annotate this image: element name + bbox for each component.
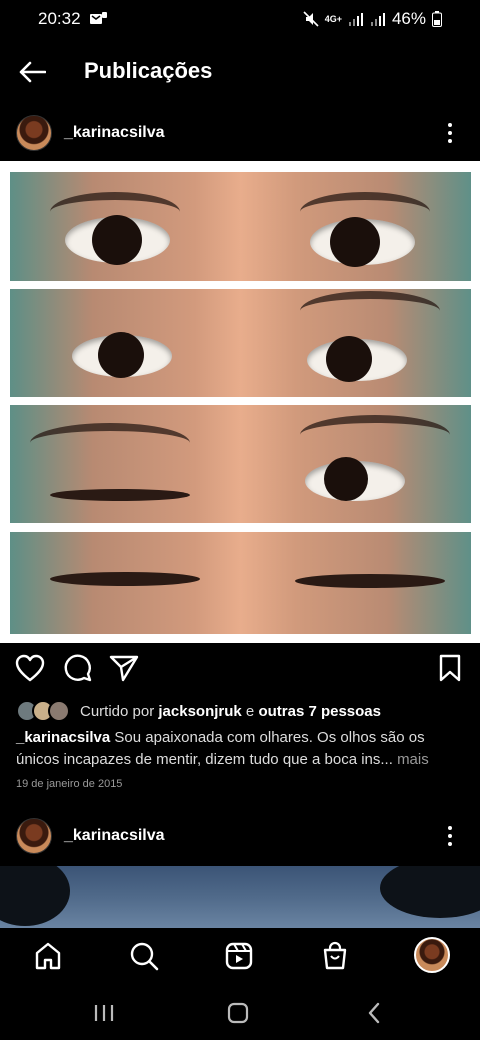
eyebrow-shape [30,423,190,463]
signal-icon-2 [370,12,386,26]
liked-by-user[interactable]: jacksonjruk [158,703,241,720]
bookmark-icon [439,654,461,682]
post-username[interactable]: _karinacsilva [64,827,165,845]
caption-more-link[interactable]: mais [397,751,429,768]
post-actions [0,652,480,688]
system-nav-bar [0,986,480,1040]
liked-by-prefix: Curtido por [80,702,155,720]
network-type-label: 4G+ [324,13,342,24]
iris-shape [326,336,372,382]
send-icon [109,655,139,682]
post-image-2[interactable] [0,866,480,928]
post-header: _karinacsilva [0,107,480,159]
caption-username[interactable]: _karinacsilva [16,729,110,746]
nav-reels[interactable] [221,938,257,974]
status-time: 20:32 [38,9,81,28]
app-header: Publicações [0,44,480,98]
likes-text: Curtido por jacksonjruk e outras 7 pesso… [80,703,381,720]
recent-apps-icon [94,1005,114,1021]
iris-shape [330,217,380,267]
more-dot-icon [448,834,452,838]
more-dot-icon [448,131,452,135]
nav-profile-avatar[interactable] [414,937,450,973]
closed-eye-shape [50,572,200,586]
network-type-icon: 4G+ [324,13,342,24]
liked-by-and: e [245,702,255,720]
more-dot-icon [448,842,452,846]
image-strip-2 [10,289,471,397]
back-button[interactable] [16,56,48,88]
post-username[interactable]: _karinacsilva [64,124,165,142]
battery-percent: 46% [391,9,426,28]
reels-icon [225,942,253,970]
more-options-button[interactable] [440,118,460,148]
post-date: 19 de janeiro de 2015 [16,778,123,790]
likes-row[interactable]: Curtido por jacksonjruk e outras 7 pesso… [16,699,381,723]
image-strip-4 [10,532,471,634]
post-caption: _karinacsilva Sou apaixonada com olhares… [16,727,464,771]
instagram-post-screen: 20:32 4G+ 46% Publicações _karinacsilva … [0,0,480,1040]
liked-by-others[interactable]: outras 7 pessoas [258,703,381,720]
comment-icon [64,654,92,682]
nav-search[interactable] [126,938,162,974]
status-bar: 20:32 4G+ 46% [0,0,480,38]
save-button[interactable] [434,652,466,684]
image-strip-3 [10,405,471,523]
iris-shape [98,332,144,378]
home-square-icon [227,1002,249,1024]
system-back-button[interactable] [360,1000,388,1026]
arrow-left-icon [19,61,46,83]
more-dot-icon [448,826,452,830]
avatar[interactable] [16,115,52,151]
tree-silhouette [0,866,70,926]
shop-icon [323,941,347,970]
liker-avatars [16,700,74,722]
more-dot-icon [448,139,452,143]
home-icon [35,942,61,970]
iris-shape [92,215,142,265]
image-strip-1 [10,172,471,281]
more-dot-icon [448,123,452,127]
iris-shape [324,457,368,501]
closed-eye-shape [295,574,445,588]
heart-icon [15,654,45,682]
bottom-nav [0,928,480,986]
recent-apps-button[interactable] [90,1000,118,1026]
home-system-button[interactable] [224,1000,252,1026]
avatar[interactable] [16,818,52,854]
signal-icon [348,12,364,26]
closed-eye-shape [50,489,190,501]
nav-home[interactable] [30,938,66,974]
nav-shop[interactable] [317,938,353,974]
tree-silhouette [380,866,480,918]
eyebrow-shape [300,415,450,455]
more-options-button[interactable] [440,821,460,851]
search-icon [130,942,159,971]
battery-icon [432,11,442,27]
liker-avatar [48,700,70,722]
mute-icon [303,11,319,27]
comment-button[interactable] [62,652,94,684]
chevron-left-icon [368,1002,380,1024]
eyebrow-shape [300,291,440,331]
page-title: Publicações [84,58,213,83]
notification-icon [89,12,107,26]
share-button[interactable] [108,652,140,684]
post-header-2: _karinacsilva [0,810,480,862]
post-image[interactable] [0,161,480,643]
like-button[interactable] [14,652,46,684]
